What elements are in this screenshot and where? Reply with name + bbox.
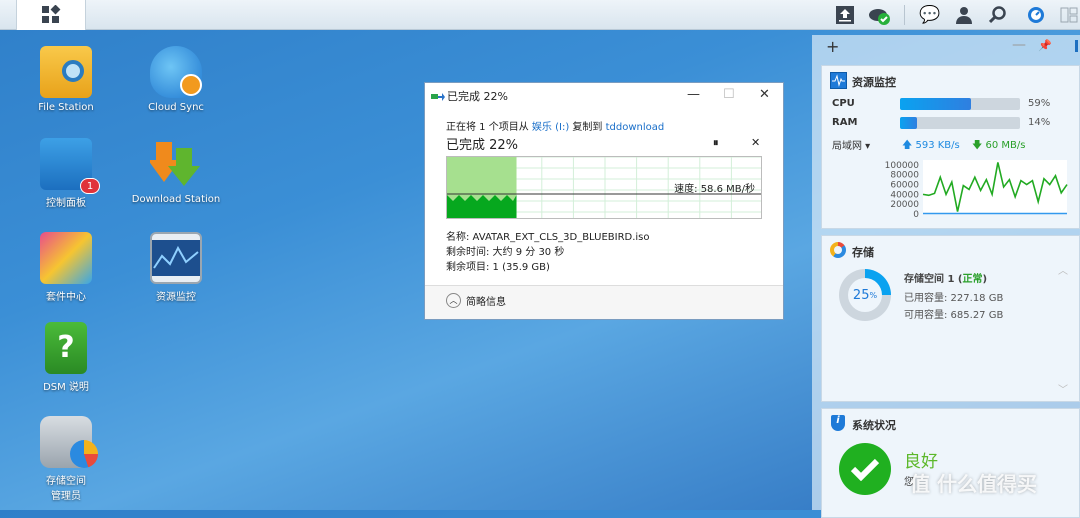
status-ok-icon — [839, 443, 891, 495]
dialog-title: 已完成 22% — [447, 90, 508, 103]
desktop-icon-cloud-sync[interactable]: Cloud Sync — [126, 46, 226, 113]
package-center-icon — [40, 232, 92, 284]
widgets-icon[interactable] — [1025, 4, 1047, 26]
dsm-help-icon: ? — [45, 322, 87, 374]
system-health-widget: i 系统状况 良好 您 — [821, 408, 1080, 518]
speed-graph: 速度: 58.6 MB/秒 — [446, 156, 762, 219]
pause-button[interactable]: ⏸ — [713, 136, 719, 150]
volume-name: 存储空间 1 (正常) — [904, 274, 988, 285]
desktop-icon-dsm-help[interactable]: ? DSM 说明 — [16, 322, 116, 393]
upload-queue-icon[interactable] — [834, 4, 856, 26]
less-details-label: 简略信息 — [466, 297, 506, 308]
chevron-up-icon: ︿ — [446, 293, 461, 308]
download-speed: 🡇 60 MB/s — [972, 140, 1026, 151]
free-capacity: 可用容量: 685.27 GB — [904, 310, 1004, 321]
icon-label: 套件中心 — [46, 292, 86, 303]
collapse-panel-icon[interactable] — [1068, 40, 1078, 52]
notification-badge: 1 — [80, 178, 100, 194]
storage-usage-donut: 25% — [839, 269, 891, 321]
taskbar: 💬 — [0, 0, 1080, 30]
resource-monitor-icon — [830, 72, 847, 89]
icon-label: 资源监控 — [156, 292, 196, 303]
file-station-icon — [40, 46, 92, 98]
add-widget-button[interactable]: + — [826, 37, 839, 56]
shield-info-icon: i — [831, 415, 845, 431]
desktop-icon-package-center[interactable]: 套件中心 — [16, 232, 116, 303]
minimize-button[interactable]: — — [687, 87, 700, 102]
desktop-icon-control-panel[interactable]: 1 控制面板 — [16, 138, 116, 209]
widget-title: 存储 — [852, 246, 874, 259]
divider — [904, 5, 905, 25]
close-button[interactable]: ✕ — [759, 87, 770, 102]
y-tick-label: 80000 — [890, 171, 919, 181]
ram-label: RAM — [832, 117, 858, 128]
file-copy-dialog: 已完成 22% — ☐ ✕ 正在将 1 个项目从 娱乐 (I:) 复制到 tdd… — [424, 82, 784, 320]
y-tick-label: 0 — [913, 210, 919, 220]
network-dropdown[interactable]: 局域网 ▾ — [832, 137, 870, 152]
desktop-icon-download-station[interactable]: Download Station — [126, 138, 226, 205]
search-icon[interactable] — [987, 4, 1009, 26]
minimize-panel-button[interactable]: — — [1012, 37, 1026, 53]
icon-label: Cloud Sync — [148, 102, 204, 113]
icon-label: File Station — [38, 102, 94, 113]
messages-icon[interactable]: 💬 — [919, 4, 941, 26]
network-chart: 100000800006000040000200000 — [885, 160, 1068, 220]
destination-link[interactable]: tddownload — [606, 122, 665, 133]
control-panel-icon: 1 — [40, 138, 100, 194]
source-link[interactable]: 娱乐 (I:) — [532, 122, 569, 133]
main-menu-button[interactable] — [16, 0, 86, 30]
cpu-value: 59% — [1028, 98, 1051, 109]
y-tick-label: 20000 — [890, 200, 919, 210]
y-tick-label: 60000 — [890, 181, 919, 191]
storage-widget: 存储 25% 存储空间 1 (正常) 已用容量: 227.18 GB 可用容量:… — [821, 235, 1080, 402]
main-menu-icon — [42, 5, 61, 23]
cpu-bar — [900, 98, 1020, 110]
desktop-icon-file-station[interactable]: File Station — [16, 46, 116, 113]
widget-title: 系统状况 — [852, 419, 896, 432]
maximize-button[interactable]: ☐ — [723, 87, 735, 102]
icon-label: 存储空间 管理员 — [46, 476, 86, 502]
used-capacity: 已用容量: 227.18 GB — [904, 293, 1004, 304]
widget-title: 资源监控 — [852, 76, 896, 89]
cancel-button[interactable]: ✕ — [751, 136, 760, 149]
speed-label: 速度: 58.6 MB/秒 — [674, 184, 755, 195]
icon-label: DSM 说明 — [43, 382, 89, 393]
icon-label: 控制面板 — [46, 198, 86, 209]
resource-monitor-widget: 资源监控 CPU 59% RAM 14% 局域网 ▾ 🡅 593 KB/s 🡇 … — [821, 65, 1080, 229]
pin-icon[interactable]: 📌 — [1038, 39, 1052, 52]
widget-panel: + — 📌 资源监控 CPU 59% RAM 14% 局域网 ▾ 🡅 593 K… — [812, 35, 1080, 518]
ram-bar — [900, 117, 1020, 129]
storage-icon — [830, 242, 846, 258]
progress-heading: 已完成 22% — [446, 138, 519, 153]
icon-label: Download Station — [131, 194, 221, 205]
chart-plot-area — [923, 160, 1067, 214]
ram-value: 14% — [1028, 117, 1051, 128]
download-station-icon — [148, 138, 202, 190]
upload-speed: 🡅 593 KB/s — [902, 140, 960, 151]
file-name: 名称: AVATAR_EXT_CLS_3D_BLUEBIRD.iso — [446, 232, 650, 243]
less-details-button[interactable]: ︿ 简略信息 — [446, 293, 506, 308]
desktop-icon-resource-monitor[interactable]: 资源监控 — [126, 232, 226, 303]
copy-description: 正在将 1 个项目从 娱乐 (I:) 复制到 tddownload — [446, 122, 665, 133]
user-icon[interactable] — [953, 4, 975, 26]
items-remaining: 剩余项目: 1 (35.9 GB) — [446, 262, 550, 273]
desktop-icon-storage-manager[interactable]: 存储空间 管理员 — [16, 416, 116, 502]
y-tick-label: 100000 — [885, 161, 920, 171]
usage-percent: 25% — [848, 278, 882, 312]
copy-icon — [431, 93, 445, 101]
resource-monitor-icon — [150, 232, 202, 284]
scroll-down-button[interactable]: ﹀ — [1058, 381, 1068, 396]
speed-area — [447, 195, 517, 218]
volume-status: 正常 — [962, 274, 983, 285]
cloud-sync-icon — [150, 46, 202, 98]
scroll-up-button[interactable]: ︿ — [1058, 262, 1068, 277]
time-remaining: 剩余时间: 大约 9 分 30 秒 — [446, 247, 565, 258]
panel-toggle-icon[interactable] — [1058, 4, 1080, 26]
storage-manager-icon — [40, 416, 98, 468]
watermark: 值 什么值得买 — [910, 472, 1037, 496]
y-tick-label: 40000 — [890, 190, 919, 200]
cloud-sync-status-icon[interactable] — [868, 4, 890, 26]
cpu-label: CPU — [832, 98, 855, 109]
